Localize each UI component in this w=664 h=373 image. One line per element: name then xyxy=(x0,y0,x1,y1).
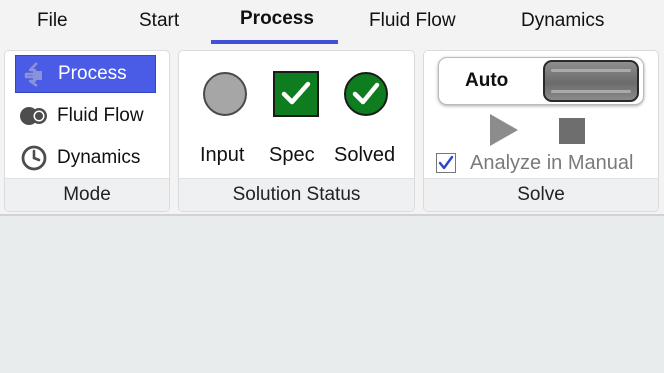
ribbon-panel: Process Fluid Flow Dynamics Mode Input S… xyxy=(0,44,664,216)
status-label-input: Input xyxy=(200,144,245,166)
toggle-label: Auto xyxy=(465,70,509,91)
tab-start[interactable]: Start xyxy=(139,10,179,32)
mode-group: Process Fluid Flow Dynamics Mode xyxy=(4,50,170,212)
gray-circle-icon xyxy=(202,71,248,122)
mode-group-title: Mode xyxy=(5,178,169,211)
tab-file[interactable]: File xyxy=(37,10,68,32)
solve-group-title: Solve xyxy=(424,178,658,211)
toggle-knob[interactable] xyxy=(543,60,639,102)
mode-item-dynamics[interactable]: Dynamics xyxy=(15,139,156,177)
mode-item-fluid-flow[interactable]: Fluid Flow xyxy=(15,97,156,135)
status-label-spec: Spec xyxy=(269,144,315,166)
mode-item-label: Process xyxy=(58,63,127,84)
tab-process[interactable]: Process xyxy=(240,8,314,30)
green-check-circle-icon xyxy=(343,71,389,122)
analyze-in-manual-label: Analyze in Manual xyxy=(470,152,634,174)
tab-fluid-flow[interactable]: Fluid Flow xyxy=(369,10,456,32)
analyze-in-manual-checkbox[interactable] xyxy=(436,153,456,173)
stop-icon[interactable] xyxy=(559,118,585,149)
play-icon[interactable] xyxy=(488,113,520,152)
ribbon-tab-bar: File Start Process Fluid Flow Dynamics xyxy=(0,0,664,44)
status-label-solved: Solved xyxy=(334,144,396,166)
tab-dynamics[interactable]: Dynamics xyxy=(521,10,604,32)
mode-item-label: Dynamics xyxy=(57,147,141,168)
mode-item-process[interactable]: Process xyxy=(15,55,156,93)
auto-solve-toggle[interactable]: Auto xyxy=(438,57,644,105)
fluid-flow-icon xyxy=(19,101,49,131)
solution-status-group-title: Solution Status xyxy=(179,178,414,211)
process-icon xyxy=(20,59,50,89)
check-icon xyxy=(438,155,454,170)
solution-status-group: Input Spec Solved Solution Status xyxy=(178,50,415,212)
solve-group: Auto Analyze in Manual Solve xyxy=(423,50,659,212)
clock-icon xyxy=(19,143,49,173)
green-check-square-icon xyxy=(273,71,319,122)
mode-item-label: Fluid Flow xyxy=(57,105,144,126)
